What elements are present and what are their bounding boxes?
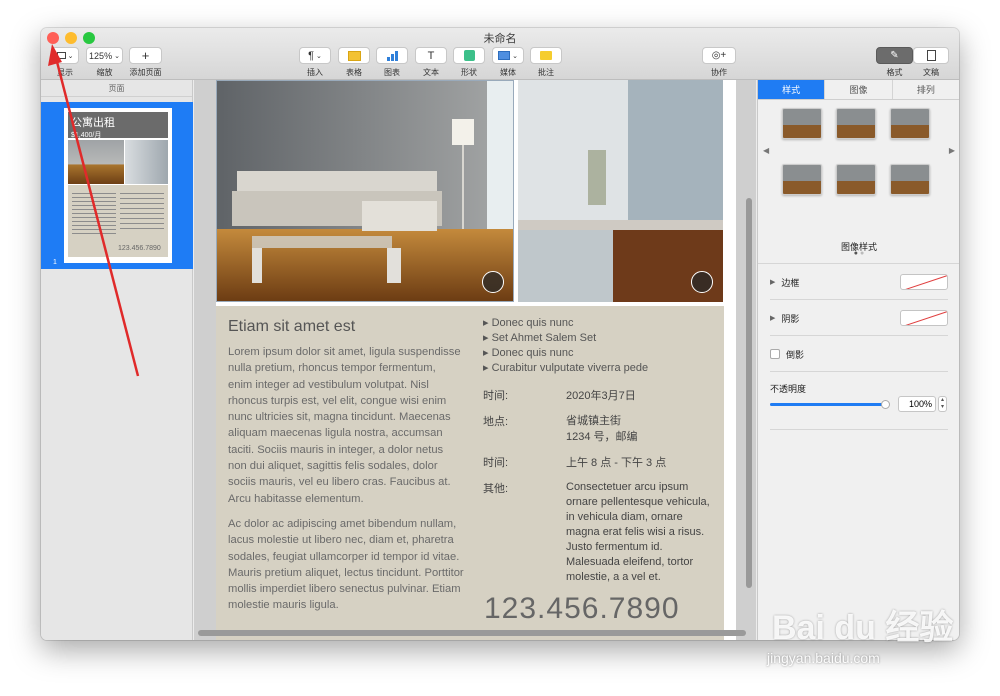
watermark-logo: Bai du 经验: [772, 609, 954, 647]
annotation-arrow: [48, 44, 140, 377]
watermark-url: jingyan.baidu.com: [767, 650, 880, 666]
